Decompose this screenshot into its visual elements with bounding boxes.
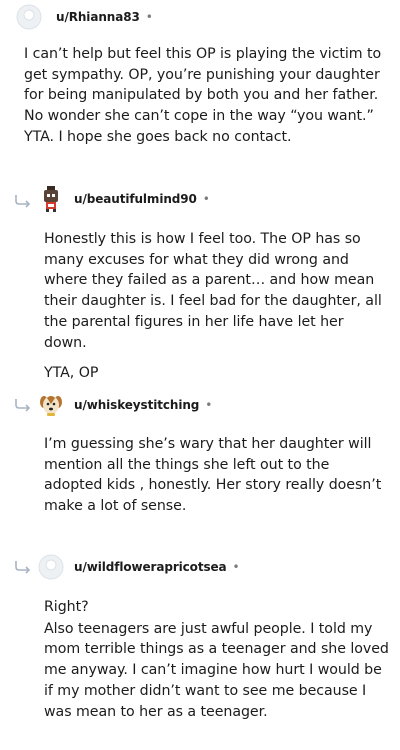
robot-avatar-icon[interactable] [38,186,64,212]
comment-body: I’m guessing she’s wary that her daughte… [44,434,389,517]
comment-body: Right? Also teenagers are just awful peo… [44,597,389,722]
reply-arrow-icon [15,195,31,208]
username[interactable]: u/Rhianna83 [56,10,140,24]
username[interactable]: u/whiskeystitching [74,398,199,412]
separator-dot: • [202,192,210,206]
comment-header: u/whiskeystitching • [38,390,212,420]
comment-header: u/wildflowerapricotsea • [38,552,240,582]
comment-body: I can’t help but feel this OP is playing… [24,44,384,148]
comment-paragraph: I’m guessing she’s wary that her daughte… [44,436,382,515]
comment-body: Honestly this is how I feel too. The OP … [44,229,389,384]
separator-dot: • [232,560,240,574]
comment-paragraph: Also teenagers are just awful people. I … [44,620,389,720]
comment-paragraph: I can’t help but feel this OP is playing… [24,46,382,145]
username[interactable]: u/wildflowerapricotsea [74,560,227,574]
comment-paragraph: Honestly this is how I feel too. The OP … [44,231,382,351]
dog-avatar-icon[interactable] [38,392,64,418]
reply-arrow-icon [15,561,31,574]
comment-paragraph: Right? [44,599,89,615]
username[interactable]: u/beautifulmind90 [74,192,197,206]
separator-dot: • [145,10,153,24]
comment-header: u/beautifulmind90 • [38,184,210,214]
default-avatar-icon[interactable] [38,554,64,580]
comment-header: u/Rhianna83 • [16,2,153,32]
reply-arrow-icon [15,399,31,412]
separator-dot: • [205,398,213,412]
default-avatar-icon[interactable] [16,4,42,30]
comment-paragraph: YTA, OP [44,365,99,382]
